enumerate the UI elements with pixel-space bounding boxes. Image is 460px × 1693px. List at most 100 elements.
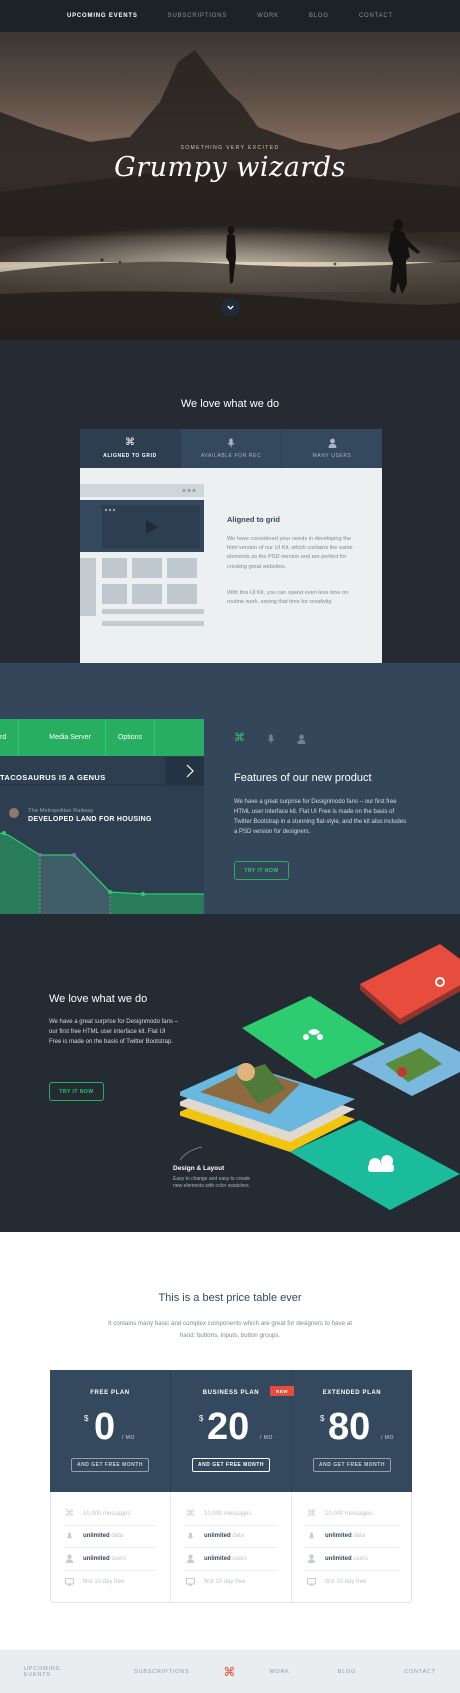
design-layout-title: Design & Layout <box>173 1165 225 1172</box>
avatar <box>9 808 19 818</box>
card-tab-options[interactable]: Options <box>106 719 155 756</box>
feature-row: unlimited data <box>306 1526 398 1548</box>
get-free-month-button[interactable]: And get free month <box>313 1458 391 1472</box>
footer-item-subscriptions[interactable]: Subscriptions <box>110 1669 213 1675</box>
command-icon: ⌘ <box>307 1508 316 1519</box>
feature-row: ⌘ 10,000 messages <box>64 1503 156 1526</box>
love-section-title: We love what we do <box>180 398 280 410</box>
features-title: Features of our new product <box>234 772 372 784</box>
feature-row: unlimited data <box>185 1526 277 1548</box>
plan-name: Free Plan <box>90 1390 130 1396</box>
command-icon: ⌘ <box>125 437 135 448</box>
plan-features-extended: ⌘ 10,000 messages unlimited data unlimit… <box>292 1492 412 1603</box>
plan-currency: $ <box>320 1414 325 1423</box>
try-it-now-button-2[interactable]: Try it now <box>49 1082 104 1101</box>
monitor-icon <box>307 1577 316 1586</box>
monitor-icon <box>65 1577 74 1586</box>
panel-heading: Aligned to grid <box>227 515 280 524</box>
user-icon <box>307 1554 316 1564</box>
tab-aligned-to-grid[interactable]: ⌘ Aligned to grid <box>80 429 181 468</box>
feature-row: ⌘ 10,000 messages <box>185 1503 277 1526</box>
tab-label: Aligned to grid <box>103 453 157 459</box>
features-text: We have a great surprise for Designmodo … <box>234 799 407 835</box>
feature-row: unlimited users <box>64 1548 156 1571</box>
nav-item-contact[interactable]: Contact <box>344 13 408 19</box>
feature-row: unlimited users <box>185 1548 277 1571</box>
tab-many-users[interactable]: Many users <box>282 429 382 468</box>
pricing-subtitle: It contains many basic and complex compo… <box>108 1320 352 1339</box>
feature-tabs: ⌘ Aligned to grid Available for rec Many… <box>80 429 382 468</box>
plan-period: / MO <box>122 1435 135 1441</box>
microphone-icon[interactable] <box>267 734 275 744</box>
hero-banner: Something very excited Grumpy wizards <box>0 32 460 340</box>
try-it-now-button[interactable]: Try it now <box>234 861 289 880</box>
plan-period: / MO <box>260 1435 273 1441</box>
get-free-month-button[interactable]: And get free month <box>71 1458 149 1472</box>
beach-mountain-image <box>0 50 460 340</box>
new-badge: NEW <box>270 1386 294 1396</box>
showcase-text: We have a great surprise for Designmodo … <box>49 1019 178 1045</box>
microphone-icon <box>66 1532 73 1539</box>
command-icon[interactable]: ⌘ <box>213 1665 245 1679</box>
panel-paragraph-2: With this UI Kit, you can spend even les… <box>227 590 349 606</box>
plan-features-business: ⌘ 10,000 messages unlimited data unlimit… <box>171 1492 292 1603</box>
plan-period: / MO <box>381 1435 394 1441</box>
card-highlight: DEVELOPED LAND FOR HOUSING <box>28 816 152 823</box>
nav-item-work[interactable]: Work <box>242 13 294 19</box>
showcase-title: We love what we do <box>49 993 148 1005</box>
command-icon: ⌘ <box>186 1508 195 1519</box>
user-icon[interactable] <box>297 734 306 744</box>
plan-free: Free Plan $ 0 / MO And get free month <box>50 1370 171 1492</box>
user-icon <box>186 1554 195 1564</box>
microphone-icon <box>227 438 235 448</box>
pricing-header: Free Plan $ 0 / MO And get free month Bu… <box>50 1370 412 1492</box>
card-heading: TACOSAURUS IS A GENUS <box>0 773 106 782</box>
card-subtitle: The Metropolitan Railway <box>28 808 94 814</box>
footer-item-upcoming-events[interactable]: Upcoming Events <box>0 1666 110 1678</box>
feature-row: ⌘ 10,000 messages <box>306 1503 398 1526</box>
card-tab[interactable]: rd <box>0 719 20 756</box>
get-free-month-button[interactable]: And get free month <box>192 1458 270 1472</box>
microphone-icon <box>308 1532 315 1539</box>
nav-item-subscriptions[interactable]: Subscriptions <box>153 13 242 19</box>
command-icon[interactable]: ⌘ <box>234 733 245 744</box>
hero-title: Grumpy wizards <box>114 152 346 183</box>
tab-available-for-rec[interactable]: Available for rec <box>181 429 282 468</box>
feature-row: first 10 day free <box>306 1571 398 1594</box>
tab-label: Available for rec <box>200 453 262 459</box>
chevron-down-icon <box>227 305 234 310</box>
footer-item-contact[interactable]: Contact <box>380 1669 460 1675</box>
nav-item-blog[interactable]: Blog <box>294 13 344 19</box>
user-icon <box>65 1554 74 1564</box>
plan-price: 0 <box>94 1406 116 1448</box>
tab-label: Many users <box>312 453 352 459</box>
pricing-features: ⌘ 10,000 messages unlimited data unlimit… <box>50 1492 412 1603</box>
card-tab-bar: rd Media Server Options <box>0 719 204 756</box>
panel-paragraph-1: We have considered your needs in develop… <box>227 536 353 570</box>
feature-row: first 10 day free <box>185 1571 277 1594</box>
plan-price: 20 <box>207 1406 250 1448</box>
monitor-icon <box>186 1577 195 1586</box>
design-layout-text: Easy to change and easy to create new el… <box>173 1176 250 1189</box>
feature-row: unlimited users <box>306 1548 398 1571</box>
microphone-icon <box>187 1532 194 1539</box>
scroll-down-button[interactable] <box>221 298 240 317</box>
nav-item-upcoming-events[interactable]: Upcoming Events <box>52 13 153 19</box>
user-icon <box>328 438 336 448</box>
plan-features-free: ⌘ 10,000 messages unlimited data unlimit… <box>50 1492 171 1603</box>
command-icon: ⌘ <box>65 1508 74 1519</box>
feature-row: first 10 day free <box>64 1571 156 1594</box>
feature-row: unlimited data <box>64 1526 156 1548</box>
top-nav: Upcoming Events Subscriptions Work Blog … <box>0 0 460 32</box>
footer-nav: Upcoming Events Subscriptions ⌘ Work Blo… <box>0 1650 460 1693</box>
plan-price: 80 <box>328 1406 371 1448</box>
plan-extended: Extended Plan $ 80 / MO And get free mon… <box>292 1370 412 1492</box>
footer-item-work[interactable]: Work <box>245 1669 313 1675</box>
pricing-title: This is a best price table ever <box>158 1292 302 1304</box>
footer-item-blog[interactable]: Blog <box>314 1669 380 1675</box>
card-tab-media-server[interactable]: Media Server <box>19 719 106 756</box>
feature-icons: ⌘ <box>234 733 306 744</box>
plan-currency: $ <box>84 1414 89 1423</box>
plan-currency: $ <box>199 1414 204 1423</box>
grid-layout-illustration <box>80 484 204 626</box>
